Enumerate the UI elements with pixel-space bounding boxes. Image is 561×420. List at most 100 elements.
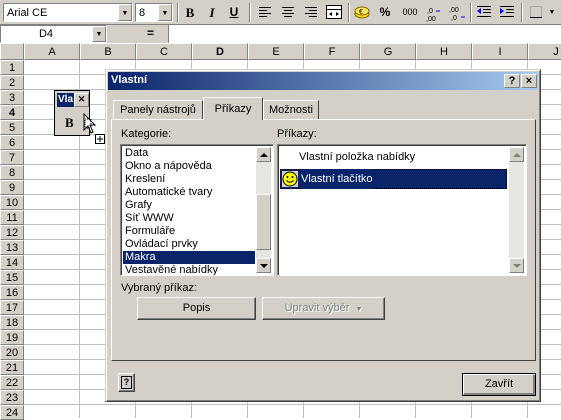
- row-header-4[interactable]: 4: [0, 105, 24, 120]
- font-size-value: 8: [139, 7, 146, 19]
- command-item-selected[interactable]: Vlastní tlačítko: [280, 169, 507, 189]
- categories-scrollbar[interactable]: [256, 147, 271, 273]
- column-header-f[interactable]: F: [304, 43, 360, 60]
- custom-button[interactable]: B: [65, 115, 74, 131]
- row-header-10[interactable]: 10: [0, 195, 24, 210]
- command-item[interactable]: Vlastní položka nabídky: [299, 147, 415, 167]
- row-header-9[interactable]: 9: [0, 180, 24, 195]
- smiley-icon: [282, 171, 298, 187]
- chevron-down-icon[interactable]: ▼: [118, 4, 132, 21]
- row-header-15[interactable]: 15: [0, 270, 24, 285]
- category-item[interactable]: Vestavěné nabídky: [123, 264, 255, 275]
- align-left-button[interactable]: [255, 3, 275, 22]
- help-button[interactable]: ?: [118, 373, 135, 392]
- percent-button[interactable]: %: [375, 3, 395, 22]
- describe-button[interactable]: Popis: [137, 297, 256, 320]
- toolbar-separator: [177, 3, 179, 22]
- merge-center-button[interactable]: [324, 3, 344, 22]
- svg-text:,00: ,00: [426, 16, 436, 22]
- thousands-button[interactable]: 000: [398, 3, 422, 22]
- decrease-decimal-icon: ,00,0: [449, 7, 465, 21]
- column-header-h[interactable]: H: [416, 43, 472, 60]
- category-item[interactable]: Makra: [123, 251, 255, 264]
- column-header-d[interactable]: D: [192, 43, 248, 60]
- edit-formula-button[interactable]: =: [147, 26, 154, 40]
- category-item[interactable]: Automatické tvary: [123, 186, 255, 199]
- name-box[interactable]: D4 ▼: [0, 25, 107, 43]
- tab-commands[interactable]: Příkazy: [203, 97, 263, 120]
- column-header-e[interactable]: E: [248, 43, 304, 60]
- row-header-3[interactable]: 3: [0, 90, 24, 105]
- align-center-button[interactable]: [278, 3, 298, 22]
- underline-button[interactable]: U: [224, 3, 244, 22]
- category-item[interactable]: Ovládací prvky: [123, 238, 255, 251]
- row-header-23[interactable]: 23: [0, 390, 24, 405]
- column-header-g[interactable]: G: [360, 43, 416, 60]
- scroll-down-button[interactable]: [509, 258, 524, 273]
- row-header-5[interactable]: 5: [0, 120, 24, 135]
- scroll-up-button[interactable]: [509, 147, 524, 162]
- row-header-11[interactable]: 11: [0, 210, 24, 225]
- row-header-7[interactable]: 7: [0, 150, 24, 165]
- column-header-a[interactable]: A: [24, 43, 80, 60]
- chevron-down-icon[interactable]: ▼: [92, 26, 106, 42]
- font-size-combo[interactable]: 8 ▼: [135, 3, 173, 22]
- row-header-18[interactable]: 18: [0, 315, 24, 330]
- row-header-14[interactable]: 14: [0, 255, 24, 270]
- italic-button[interactable]: I: [202, 3, 222, 22]
- column-header-j[interactable]: J: [528, 43, 561, 60]
- help-icon[interactable]: ?: [504, 74, 520, 88]
- select-all-corner[interactable]: [0, 43, 24, 60]
- commands-listbox[interactable]: Vlastní položka nabídky Vlastní tlačítko: [277, 144, 527, 276]
- formula-input[interactable]: [168, 25, 561, 43]
- column-header-b[interactable]: B: [80, 43, 136, 60]
- category-item[interactable]: Síť WWW: [123, 212, 255, 225]
- bold-button[interactable]: B: [180, 3, 200, 22]
- category-item[interactable]: Formuláře: [123, 225, 255, 238]
- row-header-17[interactable]: 17: [0, 300, 24, 315]
- close-icon[interactable]: ✕: [74, 93, 89, 107]
- category-item[interactable]: Data: [123, 147, 255, 160]
- scroll-down-button[interactable]: [256, 258, 271, 273]
- category-item[interactable]: Okno a nápověda: [123, 160, 255, 173]
- row-header-19[interactable]: 19: [0, 330, 24, 345]
- currency-icon: €: [354, 6, 370, 19]
- command-label: Vlastní tlačítko: [301, 169, 373, 189]
- tab-options[interactable]: Možnosti: [263, 100, 319, 120]
- row-header-16[interactable]: 16: [0, 285, 24, 300]
- categories-listbox[interactable]: Data Okno a nápověda Kreslení Automatické t…: [120, 144, 274, 276]
- row-header-13[interactable]: 13: [0, 240, 24, 255]
- decrease-decimal-button[interactable]: ,00,0: [447, 3, 467, 22]
- currency-button[interactable]: €: [352, 3, 372, 22]
- column-header-c[interactable]: C: [136, 43, 192, 60]
- row-header-1[interactable]: 1: [0, 60, 24, 75]
- chevron-down-icon: ▼: [355, 306, 363, 313]
- dialog-titlebar[interactable]: Vlastní ? ×: [108, 72, 538, 90]
- scroll-thumb[interactable]: [256, 194, 271, 250]
- close-dialog-button[interactable]: Zavřít: [462, 373, 536, 396]
- column-header-i[interactable]: I: [472, 43, 528, 60]
- increase-indent-button[interactable]: [497, 3, 517, 22]
- row-header-22[interactable]: 22: [0, 375, 24, 390]
- category-item[interactable]: Kreslení: [123, 173, 255, 186]
- row-header-2[interactable]: 2: [0, 75, 24, 90]
- modify-selection-button[interactable]: Upravit výběr ▼: [262, 297, 385, 320]
- increase-decimal-button[interactable]: ,0,00: [424, 3, 444, 23]
- borders-button[interactable]: [526, 3, 546, 22]
- row-header-12[interactable]: 12: [0, 225, 24, 240]
- close-button[interactable]: ×: [521, 74, 537, 88]
- commands-scrollbar[interactable]: [509, 147, 524, 273]
- font-name-combo[interactable]: Arial CE ▼: [3, 3, 133, 22]
- row-header-21[interactable]: 21: [0, 360, 24, 375]
- scroll-up-button[interactable]: [256, 147, 271, 162]
- tab-toolbars[interactable]: Panely nástrojů: [113, 100, 203, 120]
- row-header-8[interactable]: 8: [0, 165, 24, 180]
- borders-dropdown[interactable]: ▼: [546, 3, 558, 22]
- align-right-button[interactable]: [301, 3, 321, 22]
- row-header-6[interactable]: 6: [0, 135, 24, 150]
- decrease-indent-button[interactable]: [474, 3, 494, 22]
- column-headers: ABCDEFGHIJ: [0, 43, 561, 60]
- chevron-down-icon[interactable]: ▼: [158, 4, 172, 21]
- category-item[interactable]: Grafy: [123, 199, 255, 212]
- row-header-20[interactable]: 20: [0, 345, 24, 360]
